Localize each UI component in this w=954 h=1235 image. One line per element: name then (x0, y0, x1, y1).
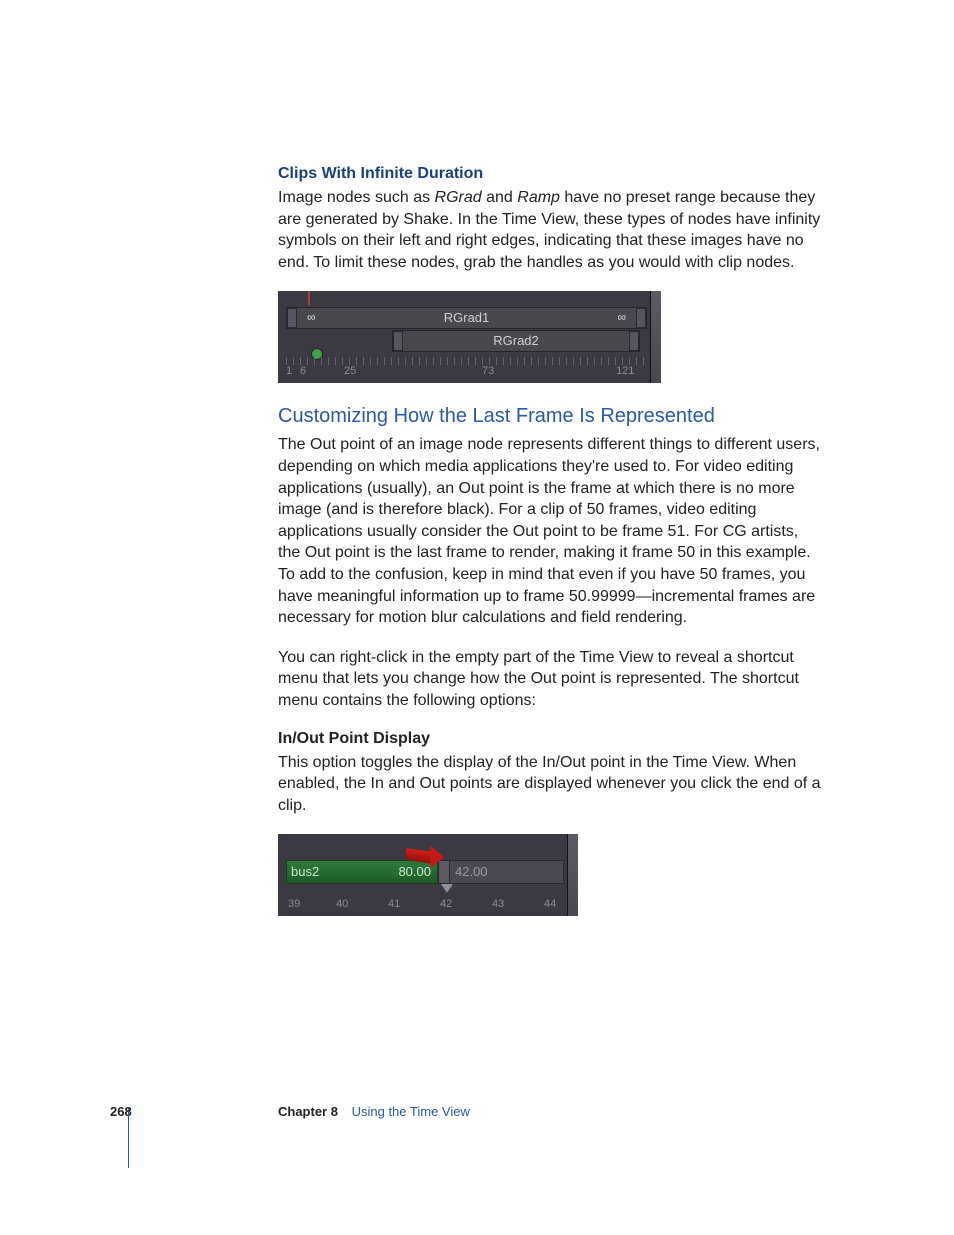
emphasis-ramp: Ramp (517, 189, 560, 206)
ruler-number: 121 (616, 365, 634, 377)
figure-time-view-infinite-clips: ∞ RGrad1 ∞ RGrad2 1 6 25 73 121 (278, 291, 661, 383)
ruler-ticks (286, 357, 647, 365)
playhead-marker (308, 291, 310, 305)
out-point-marker-icon (441, 884, 453, 893)
ruler-number: 40 (336, 898, 348, 910)
section-heading-customizing: Customizing How the Last Frame Is Repres… (278, 405, 824, 428)
clip-label: RGrad1 (287, 310, 646, 325)
time-ruler: 1 6 25 73 121 (286, 357, 647, 377)
ruler-number: 1 (286, 365, 292, 377)
paragraph-out-point-explanation: The Out point of an image node represent… (278, 434, 824, 628)
ruler-number: 73 (482, 365, 494, 377)
scrollbar (650, 291, 661, 383)
chapter-title: Using the Time View (352, 1104, 470, 1119)
page-number: 268 (110, 1104, 166, 1119)
text: and (482, 189, 518, 206)
ruler-number: 41 (388, 898, 400, 910)
emphasis-rgrad: RGrad (435, 189, 482, 206)
infinity-icon: ∞ (617, 310, 626, 324)
ruler-number: 44 (544, 898, 556, 910)
arrow-icon (406, 846, 444, 868)
clip-handle-right (629, 331, 639, 351)
clip-handle-right (636, 308, 646, 328)
ruler-number: 43 (492, 898, 504, 910)
ruler-number: 42 (440, 898, 452, 910)
time-ruler: 39 40 41 42 43 44 (286, 894, 564, 912)
clip-value: 42.00 (455, 864, 488, 879)
clip-track-rgrad1: ∞ RGrad1 ∞ (286, 307, 647, 329)
page-footer: 268 Chapter 8 Using the Time View (110, 1104, 824, 1119)
paragraph-clips-infinite: Image nodes such as RGrad and Ramp have … (278, 187, 824, 273)
figure-in-out-display: bus2 80.00 42.00 39 40 41 42 43 44 (278, 834, 578, 916)
page: Clips With Infinite Duration Image nodes… (0, 0, 954, 1235)
subheading-in-out-display: In/Out Point Display (278, 730, 824, 748)
footer-rule (128, 1108, 129, 1168)
ruler-number: 39 (288, 898, 300, 910)
scrollbar (567, 834, 578, 916)
chapter-label: Chapter 8 (278, 1104, 338, 1119)
clip-label: RGrad2 (393, 333, 639, 348)
ruler-number: 25 (344, 365, 356, 377)
paragraph-right-click-menu: You can right-click in the empty part of… (278, 647, 824, 712)
paragraph-in-out-display: This option toggles the display of the I… (278, 752, 824, 817)
subheading-clips-infinite: Clips With Infinite Duration (278, 165, 824, 183)
text: Image nodes such as (278, 189, 435, 206)
clip-name: bus2 (291, 864, 319, 879)
ruler-number: 6 (300, 365, 306, 377)
clip-track-rgrad2: RGrad2 (392, 330, 640, 352)
clip-gray: 42.00 (438, 860, 564, 884)
